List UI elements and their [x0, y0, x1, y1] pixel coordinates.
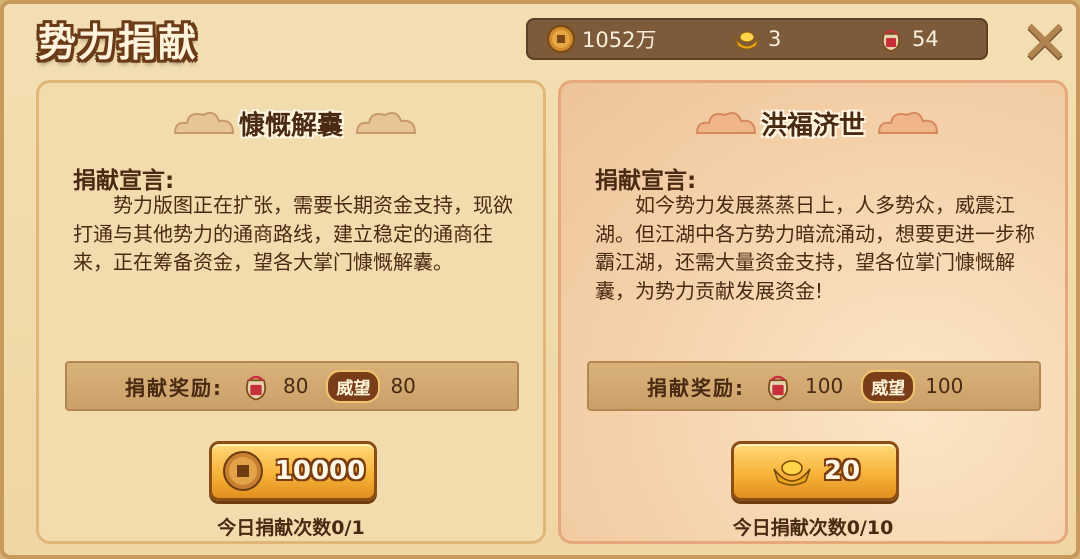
gold-ingot-icon — [734, 31, 760, 50]
resource-bar: 1052万 3 54 — [526, 18, 988, 60]
reward-bag-amount: 100 — [805, 374, 844, 398]
reward-label: 捐献奖励: — [125, 375, 223, 400]
declaration-text: 势力版图正在扩张，需要长期资金支持，现欲打通与其他势力的通商路线，建立稳定的通商… — [73, 193, 513, 274]
declaration-heading: 捐献宣言: — [595, 168, 697, 194]
donate-coins-button[interactable]: 10000 — [209, 441, 377, 501]
prestige-badge: 威望 — [861, 369, 916, 403]
bag-resource: 54 — [876, 24, 939, 54]
reward-prestige-amount: 80 — [390, 374, 416, 398]
donation-window: 势力捐献 1052万 3 54 ✕ 慷慨解囊 捐献宣言: 势力版图正在扩张，需要… — [0, 0, 1080, 559]
red-pouch-icon — [768, 375, 788, 401]
prestige-badge: 威望 — [326, 369, 381, 403]
panel-title: 洪福济世 — [760, 111, 865, 141]
ingot-amount: 3 — [768, 27, 782, 51]
bag-amount: 54 — [912, 27, 939, 51]
donate-cost: 10000 — [274, 456, 366, 486]
coin-resource: 1052万 — [546, 24, 656, 54]
gold-ingot-icon — [773, 460, 811, 486]
reward-label: 捐献奖励: — [647, 375, 745, 400]
window-title: 势力捐献 — [38, 21, 199, 65]
copper-coin-icon — [547, 25, 575, 53]
close-x-icon[interactable]: ✕ — [1018, 13, 1072, 73]
donation-panel-blessing: 洪福济世 捐献宣言: 如今势力发展蒸蒸日上，人多势众，威震江湖。但江湖中各方势力… — [558, 80, 1068, 544]
reward-bar: 捐献奖励: 80 威望 80 — [65, 361, 519, 411]
declaration-text: 如今势力发展蒸蒸日上，人多势众，威震江湖。但江湖中各方势力暗流涌动，想要更进一步… — [595, 193, 1035, 303]
panel-title: 慷慨解囊 — [238, 111, 343, 141]
reward-bar: 捐献奖励: 100 威望 100 — [587, 361, 1041, 411]
coin-amount: 1052万 — [582, 28, 657, 52]
declaration-heading: 捐献宣言: — [73, 168, 175, 194]
donate-ingots-button[interactable]: 20 — [731, 441, 899, 501]
ingot-resource: 3 — [732, 24, 781, 54]
red-pouch-icon — [882, 30, 900, 52]
daily-donation-count: 今日捐献次数0/10 — [732, 517, 894, 539]
reward-prestige-amount: 100 — [925, 374, 964, 398]
red-pouch-icon — [246, 375, 266, 401]
reward-bag-amount: 80 — [283, 374, 309, 398]
copper-coin-icon — [222, 451, 263, 491]
donate-cost: 20 — [823, 456, 861, 486]
daily-donation-count: 今日捐献次数0/1 — [217, 517, 365, 539]
donation-panel-generous: 慷慨解囊 捐献宣言: 势力版图正在扩张，需要长期资金支持，现欲打通与其他势力的通… — [36, 80, 546, 544]
